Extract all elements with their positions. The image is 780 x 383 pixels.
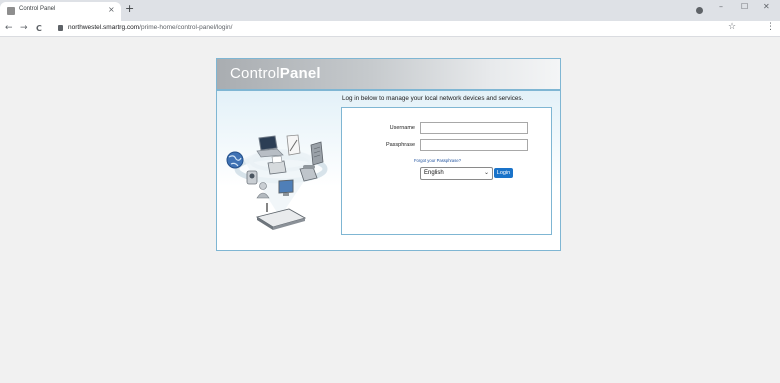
browser-menu-icon[interactable]: ⋮ [766, 22, 775, 32]
forward-arrow-icon[interactable]: → [20, 23, 28, 34]
back-arrow-icon[interactable]: ← [5, 23, 13, 34]
login-form: Username Passphrase Forgot your Passphra… [341, 107, 552, 235]
close-window-button[interactable]: ✕ [763, 2, 770, 11]
document-icon [286, 134, 301, 156]
new-tab-button[interactable]: + [125, 3, 134, 15]
language-select[interactable]: English ⌄ [420, 167, 493, 180]
globe-icon [226, 151, 244, 169]
page-favicon-icon [7, 7, 15, 15]
laptop-icon [256, 135, 284, 158]
address-bar[interactable]: northwestel.smartrg.com/prime-home/contr… [68, 24, 232, 31]
control-panel: ControlPanel Log in below to manage your… [216, 58, 561, 251]
browser-tab-bar: Control Panel × + – ☐ ✕ [0, 0, 780, 21]
minimize-button[interactable]: – [719, 2, 723, 11]
panel-header: ControlPanel [217, 59, 560, 89]
tab-close-icon[interactable]: × [108, 5, 115, 15]
tab-title: Control Panel [19, 6, 56, 12]
browser-tab[interactable]: Control Panel × [0, 2, 121, 21]
bookmark-star-icon[interactable]: ☆ [728, 22, 736, 32]
server-icon [310, 141, 324, 166]
browser-toolbar: ← → C northwestel.smartrg.com/prime-home… [0, 21, 780, 37]
chevron-down-icon: ⌄ [483, 170, 489, 176]
language-selected-value: English [424, 170, 444, 176]
passphrase-label: Passphrase [385, 142, 415, 148]
network-devices-illustration [226, 134, 328, 230]
intro-text: Log in below to manage your local networ… [342, 95, 524, 102]
reload-icon[interactable]: C [36, 23, 42, 34]
camera-icon [246, 170, 258, 185]
panel-title-light: Control [230, 65, 280, 82]
forgot-passphrase-link[interactable]: Forgot your Passphrase? [414, 158, 461, 163]
passphrase-input[interactable] [420, 139, 528, 151]
username-label: Username [389, 125, 415, 131]
url-path: /prime-home/control-panel/login/ [139, 24, 233, 31]
maximize-button[interactable]: ☐ [741, 2, 748, 11]
lock-icon[interactable] [58, 25, 63, 31]
url-host: northwestel.smartrg.com [68, 24, 140, 31]
profile-icon[interactable] [696, 7, 703, 14]
panel-title: ControlPanel [230, 65, 321, 82]
panel-title-bold: Panel [279, 65, 321, 82]
login-button[interactable]: Login [494, 168, 513, 178]
username-input[interactable] [420, 122, 528, 134]
